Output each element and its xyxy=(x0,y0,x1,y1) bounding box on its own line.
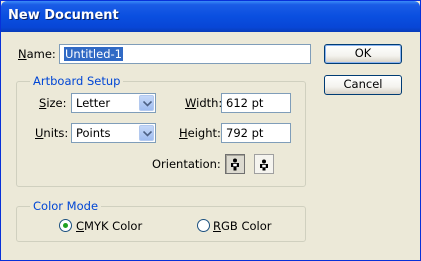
size-label: Size: xyxy=(39,96,67,110)
name-label: Name: xyxy=(18,47,56,61)
name-input[interactable]: Untitled-1 xyxy=(59,44,311,64)
name-value: Untitled-1 xyxy=(64,47,123,61)
size-value: Letter xyxy=(76,96,111,110)
ok-button[interactable]: OK xyxy=(324,44,402,64)
dialog-title: New Document xyxy=(8,8,119,23)
portrait-icon xyxy=(231,158,239,171)
landscape-orientation-button[interactable] xyxy=(254,154,274,174)
rgb-label[interactable]: RGB Color xyxy=(213,219,271,233)
units-value: Points xyxy=(76,126,111,140)
cmyk-radio[interactable] xyxy=(59,219,72,232)
chevron-down-icon[interactable] xyxy=(139,125,154,141)
rgb-radio[interactable] xyxy=(197,219,210,232)
chevron-down-icon[interactable] xyxy=(139,95,154,111)
height-input[interactable]: 792 pt xyxy=(221,123,291,143)
cmyk-label[interactable]: CMYK Color xyxy=(76,219,142,233)
width-label: Width: xyxy=(185,96,223,110)
dialog-body: Name: Untitled-1 OK Cancel Artboard Setu… xyxy=(4,32,417,258)
units-label: Units: xyxy=(35,126,69,140)
artboard-setup-title: Artboard Setup xyxy=(30,74,124,88)
landscape-icon xyxy=(260,159,268,171)
width-input[interactable]: 612 pt xyxy=(221,93,291,113)
new-document-dialog: New Document Name: Untitled-1 OK Cancel … xyxy=(0,0,421,261)
portrait-orientation-button[interactable] xyxy=(225,154,245,174)
height-label: Height: xyxy=(179,126,221,140)
title-bar[interactable]: New Document xyxy=(1,1,420,32)
cancel-button[interactable]: Cancel xyxy=(324,75,402,95)
orientation-label: Orientation: xyxy=(152,157,221,171)
size-select[interactable]: Letter xyxy=(71,93,156,113)
units-select[interactable]: Points xyxy=(71,123,156,143)
color-mode-title: Color Mode xyxy=(30,199,102,213)
